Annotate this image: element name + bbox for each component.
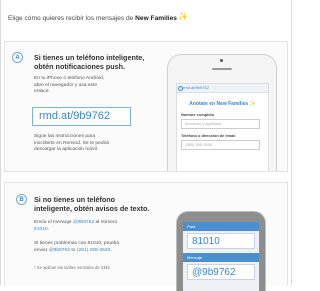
sms-text: to [69, 247, 77, 253]
sms-line-1: Envía el mensaje @9b9762 al número [34, 220, 117, 227]
phone-screen: Para 81010 Mensaje @9b9762 [183, 222, 259, 291]
basic-phone-illustration: Para 81010 Mensaje @9b9762 [176, 211, 266, 291]
camera-dot [220, 59, 223, 62]
name-input: Nombres y apellidos [181, 119, 260, 129]
browser-address-bar: rmd.at/9b9762 [177, 84, 268, 93]
header-text: Elige cómo quieres recibir los mensajes … [8, 15, 136, 22]
message-value: @9b9762 [187, 264, 255, 280]
instruction-line: En tu iPhone o teléfono Android, [34, 76, 105, 81]
sms-alt-line: Si tienes problemas con 81010, prueba [34, 241, 120, 246]
name-label: Nombre completo [181, 112, 215, 117]
option-b-title-line1: Si no tienes un teléfono [34, 195, 116, 204]
sms-text: Envía el mensaje [34, 220, 73, 225]
sms-number: 81010. [34, 226, 49, 232]
address-text: rmd.at/9b9762 [183, 85, 209, 90]
sms-alt-line-2: enviar @9b9762 to (281) 299-3520. [34, 248, 119, 255]
footer-line: descargar la aplicación móvil. [34, 147, 99, 153]
contact-label: Teléfono o dirección de email [181, 133, 236, 138]
sms-code: @9b9762 [48, 247, 70, 253]
sms-text: al número [94, 220, 118, 225]
option-b-badge: B [16, 194, 27, 205]
footer-line: Sigue las instrucciones para [34, 134, 96, 139]
sms-alt-instructions: Si tienes problemas con 81010, prueba en… [34, 241, 119, 254]
option-a-title-line2: obtén notificaciones push. [34, 62, 126, 71]
speaker-slot [212, 68, 232, 70]
sms-code: @9b9762 [72, 220, 95, 225]
smartphone-illustration: rmd.at/9b9762 Anótate en New Families ✨ … [167, 54, 277, 171]
option-a-badge: A [12, 52, 23, 63]
globe-icon [178, 86, 183, 91]
page-header: Elige cómo quieres recibir los mensajes … [8, 12, 188, 22]
message-label: Mensaje [187, 255, 203, 260]
option-a-instructions: En tu iPhone o teléfono Android, abre el… [34, 76, 104, 96]
brand-name: New Families [135, 15, 177, 22]
instruction-line: enlace: [34, 89, 50, 95]
sms-instructions: Envía el mensaje @9b9762 al número 81010… [34, 220, 117, 233]
brand-sparkle-icon: ✨ [177, 12, 188, 21]
phone-screen: rmd.at/9b9762 Anótate en New Families ✨ … [176, 83, 269, 171]
contact-input: (555) 555-5555 [181, 140, 260, 150]
option-a-title-line1: Si tienes un teléfono inteligente, [34, 53, 145, 62]
signup-title-text: Anótate en New Families [189, 101, 249, 107]
sparkle-icon: ✨ [249, 101, 256, 107]
sms-alt-number: (281) 299-3520. [76, 247, 112, 253]
to-label: Para [187, 224, 196, 229]
option-a-title: Si tienes un teléfono inteligente, obtén… [34, 53, 144, 71]
to-value: 81010 [187, 233, 255, 249]
option-b-title-line2: inteligente, obtén avisos de texto. [34, 204, 150, 213]
option-a-footer: Sigue las instrucciones para inscribirte… [34, 134, 109, 154]
signup-title: Anótate en New Families ✨ [177, 101, 268, 107]
join-url-link[interactable]: rmd.at/9b9762 [32, 107, 131, 126]
sms-footnote: * Se aplican las tarifas normales de SMS [34, 265, 110, 270]
option-b-title: Si no tienes un teléfono inteligente, ob… [34, 195, 149, 213]
sms-text: enviar [34, 247, 49, 253]
